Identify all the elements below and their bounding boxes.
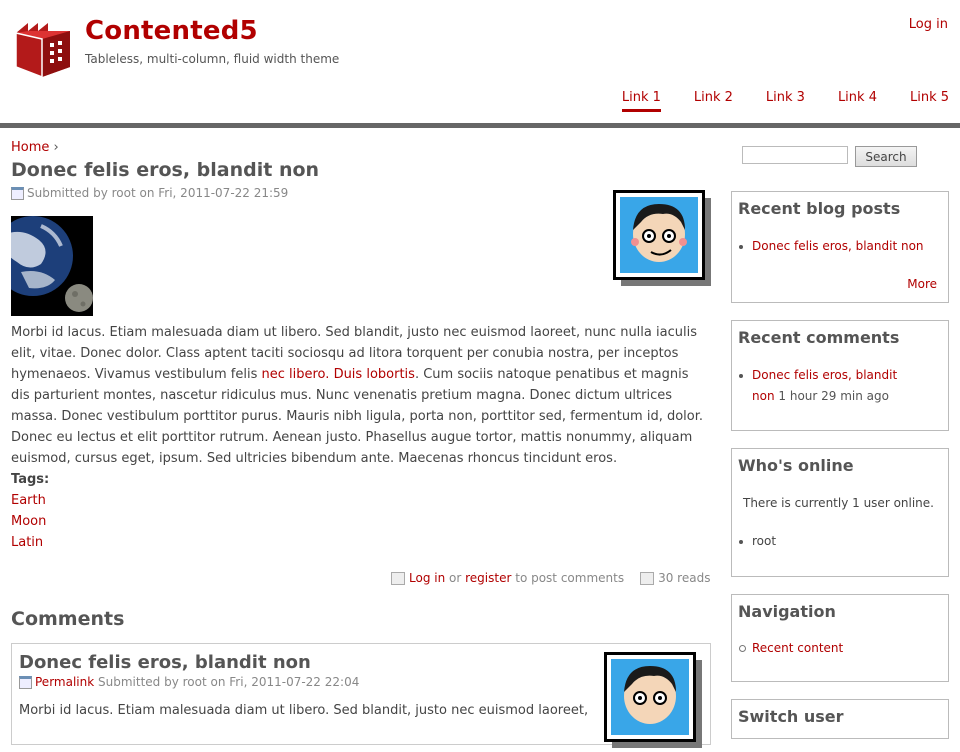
site-logo[interactable]	[12, 17, 74, 81]
breadcrumb-separator: ›	[53, 140, 59, 155]
calendar-icon	[11, 186, 24, 200]
recent-blog-link[interactable]: Donec felis eros, blandit non	[752, 239, 924, 253]
block-title: Who's online	[738, 456, 854, 475]
submitted-text: Submitted by root on Fri, 2011-07-22 21:…	[27, 186, 289, 200]
list-item: root	[738, 531, 777, 552]
recent-comment-time: 1 hour 29 min ago	[778, 389, 889, 403]
recent-blog-list: Donec felis eros, blandit non	[739, 236, 924, 257]
breadcrumb-home[interactable]: Home	[11, 140, 49, 155]
calendar-icon	[19, 675, 32, 689]
node-title: Donec felis eros, blandit non	[11, 159, 320, 181]
recent-content-link[interactable]: Recent content	[752, 641, 843, 655]
online-users-list: root	[738, 531, 777, 552]
or-text: or	[449, 571, 462, 585]
comment-submitted: Permalink Submitted by root on Fri, 2011…	[19, 675, 359, 689]
block-navigation: Navigation Recent content	[731, 594, 949, 682]
online-user: root	[752, 534, 777, 548]
node-links: Log in or register to post comments 30 r…	[391, 571, 710, 585]
block-whos-online: Who's online There is currently 1 user o…	[731, 448, 949, 577]
search-input[interactable]	[742, 146, 848, 164]
header-divider	[0, 123, 960, 128]
block-title: Switch user	[738, 707, 844, 726]
comment-title[interactable]: Donec felis eros, blandit non	[19, 652, 311, 673]
primary-link-2[interactable]: Link 2	[694, 90, 733, 112]
body-link-duis-lobortis[interactable]: Duis lobortis	[334, 367, 415, 382]
comments-heading: Comments	[11, 608, 125, 630]
body-link-nec-libero[interactable]: nec libero.	[262, 367, 330, 382]
recent-comment-line2: non	[752, 389, 775, 403]
comment-author-avatar[interactable]	[604, 652, 702, 752]
block-title: Recent comments	[738, 328, 900, 347]
tags-label: Tags:	[11, 472, 50, 487]
node-submitted: Submitted by root on Fri, 2011-07-22 21:…	[11, 186, 711, 200]
comment-login-link[interactable]: Log in	[409, 571, 445, 585]
comment-icon	[391, 571, 405, 585]
reads-count: 30 reads	[658, 571, 711, 585]
primary-link-1[interactable]: Link 1	[621, 90, 661, 112]
primary-link-4[interactable]: Link 4	[838, 90, 877, 112]
block-title: Navigation	[738, 602, 836, 621]
site-name[interactable]: Contented5	[85, 16, 258, 46]
block-switch-user: Switch user	[731, 699, 949, 739]
primary-link-5[interactable]: Link 5	[910, 90, 949, 112]
comment: Donec felis eros, blandit non Permalink …	[11, 643, 711, 748]
list-item: Donec felis eros, blandit non	[739, 236, 924, 257]
navigation-list: Recent content	[738, 638, 843, 659]
comment-submitted-text: Submitted by root on Fri, 2011-07-22 22:…	[98, 675, 360, 689]
block-title: Recent blog posts	[738, 199, 901, 218]
primary-link-3[interactable]: Link 3	[766, 90, 805, 112]
more-link[interactable]: More	[907, 277, 937, 291]
search-button[interactable]: Search	[855, 146, 917, 167]
breadcrumb: Home ›	[11, 140, 711, 155]
login-link[interactable]: Log in	[909, 17, 948, 32]
list-item: Recent content	[738, 638, 843, 659]
to-post-text: to post comments	[515, 571, 625, 585]
online-count-text: There is currently 1 user online.	[743, 496, 934, 510]
list-item: Donec felis eros, blandit non 1 hour 29 m…	[738, 365, 898, 407]
tag-moon[interactable]: Moon	[11, 511, 711, 532]
author-avatar[interactable]	[613, 190, 711, 290]
block-recent-comments: Recent comments Donec felis eros, blandi…	[731, 320, 949, 431]
statistics-icon	[640, 571, 655, 585]
earth-moon-image	[11, 216, 93, 316]
tag-latin[interactable]: Latin	[11, 532, 711, 553]
block-recent-blog-posts: Recent blog posts Donec felis eros, blan…	[731, 191, 949, 303]
primary-links: Link 1 Link 2 Link 3 Link 4 Link 5	[589, 90, 949, 112]
comment-register-link[interactable]: register	[465, 571, 511, 585]
tag-earth[interactable]: Earth	[11, 490, 711, 511]
node-body: Morbi id lacus. Etiam malesuada diam ut …	[11, 322, 711, 553]
site-slogan: Tableless, multi-column, fluid width the…	[85, 52, 340, 66]
site-header: Contented5 Tableless, multi-column, flui…	[0, 0, 960, 128]
main-content: Home › Donec felis eros, blandit non Sub…	[11, 140, 711, 748]
recent-comment-line1: Donec felis eros, blandit	[752, 368, 898, 382]
recent-comments-list: Donec felis eros, blandit non 1 hour 29 m…	[738, 365, 898, 407]
comment-permalink[interactable]: Permalink	[35, 675, 94, 689]
comment-body: Morbi id lacus. Etiam malesuada diam ut …	[19, 703, 589, 718]
